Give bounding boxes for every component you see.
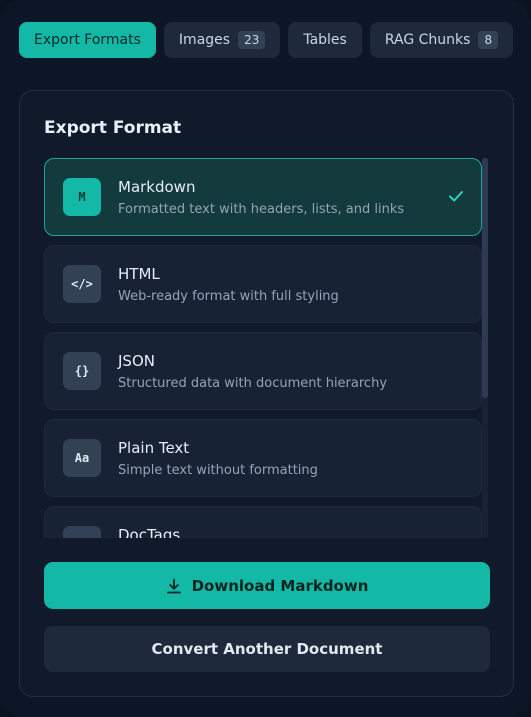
scrollbar-thumb[interactable] bbox=[482, 158, 488, 398]
tab-label: Images bbox=[178, 32, 231, 48]
option-name: JSON bbox=[118, 352, 155, 370]
option-description: Web-ready format with full styling bbox=[118, 289, 339, 304]
tab-label: RAG Chunks bbox=[384, 32, 471, 48]
tab-export-formats[interactable]: Export Formats bbox=[19, 22, 156, 58]
text-icon: Aa bbox=[63, 439, 101, 477]
tab-label: Export Formats bbox=[34, 32, 141, 48]
option-name: Plain Text bbox=[118, 439, 190, 457]
tab-bar: Export Formats Images 23 Tables RAG Chun… bbox=[19, 22, 514, 58]
json-braces-icon: {} bbox=[63, 352, 101, 390]
option-description: Formatted text with headers, lists, and … bbox=[118, 202, 405, 217]
format-option-plain-text[interactable]: Aa Plain Text Simple text without format… bbox=[44, 419, 482, 497]
export-panel: Export Format M Markdown Formatted text … bbox=[19, 90, 514, 697]
code-icon: </> bbox=[63, 265, 101, 303]
checkmark-icon bbox=[449, 191, 463, 202]
option-name: HTML bbox=[118, 265, 160, 283]
scrollbar-track[interactable] bbox=[482, 158, 488, 538]
format-option-doctags[interactable]: DocTags bbox=[44, 506, 482, 538]
option-description: Structured data with document hierarchy bbox=[118, 376, 388, 391]
tab-tables[interactable]: Tables bbox=[288, 22, 362, 58]
tab-label: Tables bbox=[303, 32, 347, 48]
option-description: Simple text without formatting bbox=[118, 463, 318, 478]
format-list[interactable]: M Markdown Formatted text with headers, … bbox=[44, 158, 490, 538]
format-option-html[interactable]: </> HTML Web-ready format with full styl… bbox=[44, 245, 482, 323]
tab-rag-chunks[interactable]: RAG Chunks 8 bbox=[369, 22, 514, 58]
count-badge: 23 bbox=[238, 31, 266, 49]
tab-images[interactable]: Images 23 bbox=[163, 22, 281, 58]
option-name: Markdown bbox=[118, 178, 196, 196]
download-button[interactable]: Download Markdown bbox=[44, 562, 490, 609]
app-window: Export Formats Images 23 Tables RAG Chun… bbox=[0, 0, 531, 717]
format-option-markdown[interactable]: M Markdown Formatted text with headers, … bbox=[44, 158, 482, 236]
panel-title: Export Format bbox=[44, 118, 182, 138]
download-button-label: Download Markdown bbox=[191, 576, 369, 595]
option-name: DocTags bbox=[118, 526, 181, 538]
convert-another-button[interactable]: Convert Another Document bbox=[44, 626, 490, 672]
markdown-icon: M bbox=[63, 178, 101, 216]
doctags-icon bbox=[63, 526, 101, 538]
download-icon bbox=[166, 578, 181, 593]
format-option-json[interactable]: {} JSON Structured data with document hi… bbox=[44, 332, 482, 410]
count-badge: 8 bbox=[478, 31, 499, 49]
